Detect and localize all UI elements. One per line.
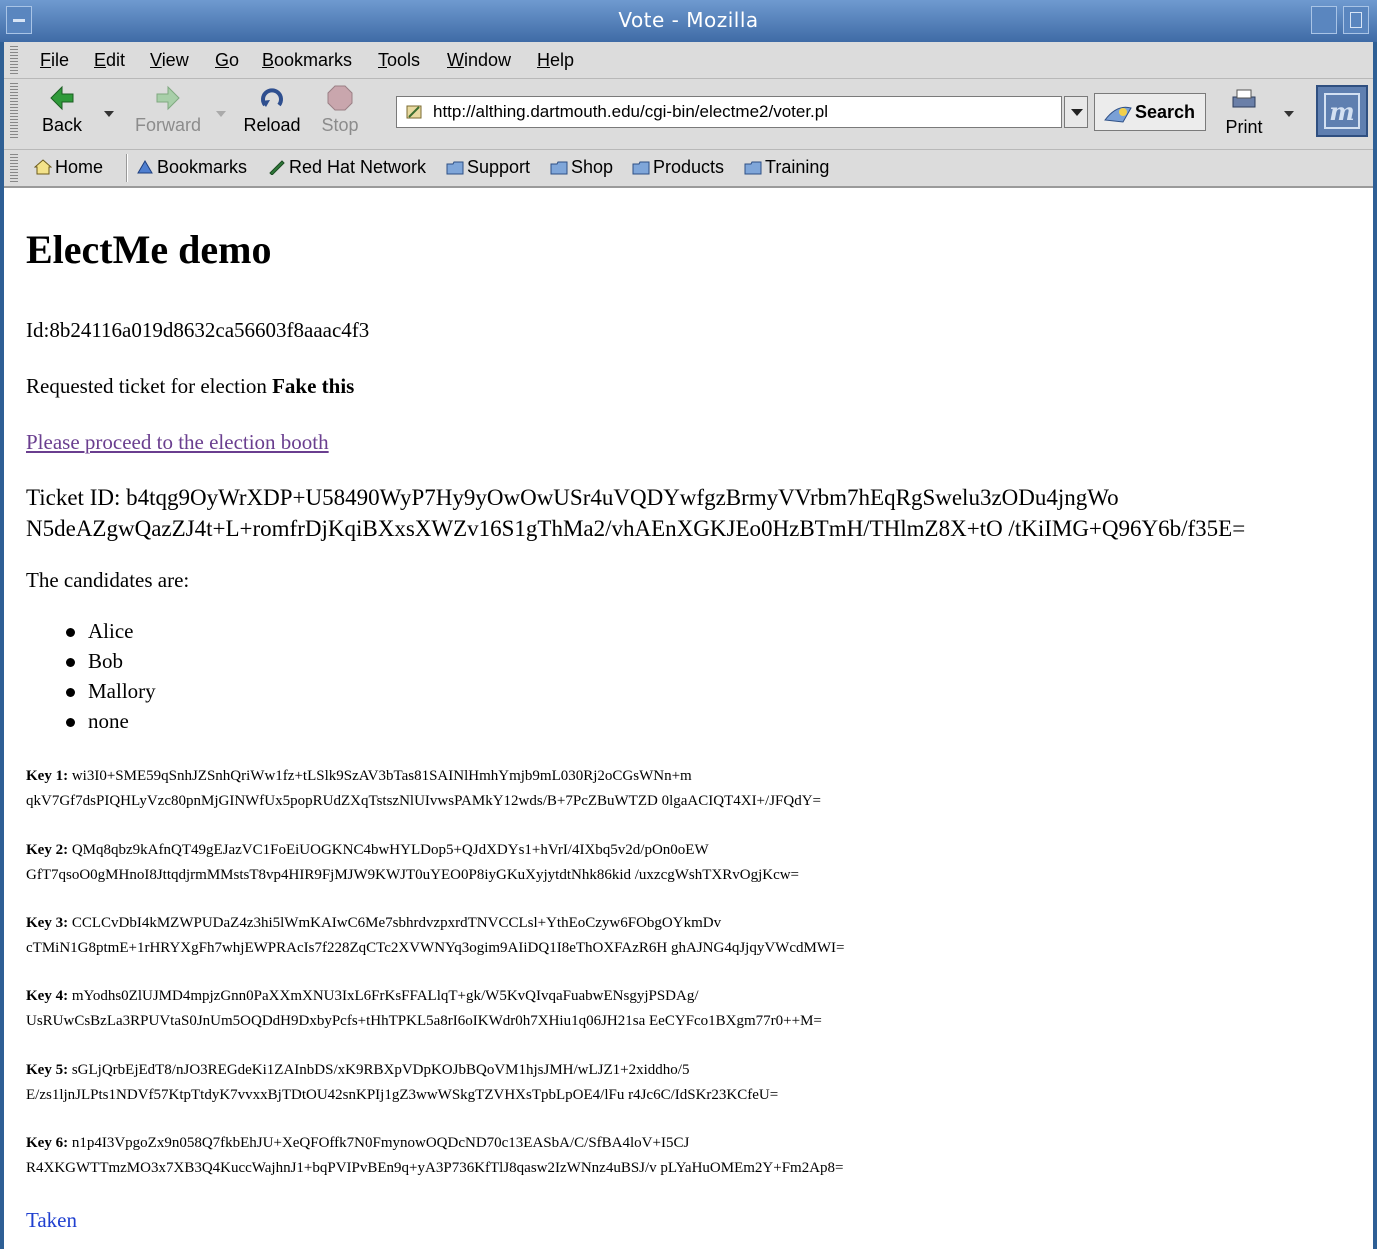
forward-button[interactable]: Forward — [126, 85, 210, 143]
voter-id: Id:8b24116a019d8632ca56603f8aaac4f3 — [26, 318, 370, 342]
mozilla-throbber[interactable]: m — [1316, 85, 1368, 137]
page-heading: ElectMe demo — [26, 227, 272, 272]
search-button[interactable]: Search — [1094, 93, 1206, 131]
bookmark-folder-support[interactable]: Support — [446, 157, 530, 178]
print-button[interactable]: Print — [1216, 87, 1272, 145]
toolbar-separator — [126, 154, 128, 182]
url-bar[interactable]: http://althing.dartmouth.edu/cgi-bin/ele… — [396, 96, 1062, 128]
folder-icon — [550, 161, 568, 175]
menu-file[interactable]: File — [40, 50, 69, 71]
bookmarks-icon — [137, 160, 153, 174]
key-entry: Key 4: mYodhs0ZlUJMD4mpjzGnn0PaXXmXNU3Ix… — [26, 988, 822, 1029]
folder-icon — [744, 161, 762, 175]
url-history-dropdown[interactable] — [1064, 96, 1088, 128]
home-link[interactable]: Home — [34, 157, 103, 178]
window-title: Vote - Mozilla — [618, 8, 759, 32]
candidate-item: Mallory — [26, 676, 156, 706]
key-entry: Key 1: wi3I0+SME59qSnhJZSnhQriWw1fz+tLSl… — [26, 768, 821, 809]
key-entry: Key 5: sGLjQrbEjEdT8/nJO3REGdeKi1ZAInbDS… — [26, 1062, 779, 1103]
menu-help[interactable]: Help — [537, 50, 574, 71]
election-booth-link[interactable]: Please proceed to the election booth — [26, 430, 329, 454]
personal-toolbar: Home Bookmarks Red Hat Network Support S… — [4, 150, 1373, 188]
navigation-toolbar: Back Forward Reload Stop http://althing.… — [4, 79, 1373, 150]
printer-icon — [1232, 89, 1256, 108]
menu-tools[interactable]: Tools — [378, 50, 420, 71]
menu-edit[interactable]: Edit — [94, 50, 125, 71]
folder-icon — [446, 161, 464, 175]
menu-bookmarks[interactable]: Bookmarks — [262, 50, 352, 71]
candidate-item: Alice — [26, 616, 156, 646]
bookmark-folder-products[interactable]: Products — [632, 157, 724, 178]
toolbar-grip[interactable] — [10, 46, 18, 74]
mozilla-logo-icon: m — [1324, 93, 1360, 129]
candidate-item: Bob — [26, 646, 156, 676]
candidate-item: none — [26, 706, 156, 736]
back-button[interactable]: Back — [26, 85, 98, 143]
toolbar-grip[interactable] — [10, 154, 18, 182]
search-icon — [1104, 106, 1132, 123]
menu-go[interactable]: Go — [215, 50, 239, 71]
reload-button[interactable]: Reload — [236, 85, 308, 143]
candidates-intro: The candidates are: — [26, 568, 190, 592]
title-bar: Vote - Mozilla — [0, 0, 1377, 42]
minimize-button[interactable] — [1311, 6, 1337, 34]
menu-bar: File Edit View Go Bookmarks Tools Window… — [4, 42, 1373, 79]
bookmark-icon — [269, 160, 285, 175]
forward-history-dropdown[interactable] — [216, 111, 226, 117]
print-dropdown[interactable] — [1284, 111, 1294, 117]
home-icon — [34, 159, 52, 175]
key-entry: Key 2: QMq8qbz9kAfnQT49gEJazVC1FoEiUOGKN… — [26, 842, 800, 883]
stop-button[interactable]: Stop — [316, 85, 364, 143]
folder-icon — [632, 161, 650, 175]
booth-paragraph: Please proceed to the election booth — [26, 430, 329, 455]
requested-ticket-text: Requested ticket for election Fake this — [26, 374, 355, 398]
maximize-button[interactable] — [1343, 6, 1369, 34]
bookmark-folder-shop[interactable]: Shop — [550, 157, 613, 178]
menu-view[interactable]: View — [150, 50, 189, 71]
url-text: http://althing.dartmouth.edu/cgi-bin/ele… — [433, 102, 829, 121]
menu-window[interactable]: Window — [447, 50, 511, 71]
back-history-dropdown[interactable] — [104, 111, 114, 117]
page-proxy-icon — [406, 105, 422, 119]
ticket-id: Ticket ID: b4tqg9OyWrXDP+U58490WyP7Hy9yO… — [26, 485, 1246, 541]
key-entry: Key 3: CCLCvDbI4kMZWPUDaZ4z3hi5lWmKAIwC6… — [26, 915, 845, 956]
back-arrow-icon — [50, 85, 74, 111]
taken-status: Taken — [26, 1208, 78, 1232]
toolbar-grip[interactable] — [10, 83, 18, 139]
election-name: Fake this — [272, 374, 355, 398]
candidates-list: Alice Bob Mallory none — [26, 616, 156, 736]
reload-icon — [261, 88, 283, 107]
key-entry: Key 6: n1p4I3VpgoZx9n058Q7fkbEhJU+XeQFOf… — [26, 1135, 844, 1176]
bookmark-red-hat-network[interactable]: Red Hat Network — [268, 157, 426, 178]
stop-icon — [327, 85, 353, 111]
forward-arrow-icon — [156, 85, 180, 111]
bookmark-folder-training[interactable]: Training — [744, 157, 829, 178]
bookmarks-button[interactable]: Bookmarks — [136, 157, 247, 178]
